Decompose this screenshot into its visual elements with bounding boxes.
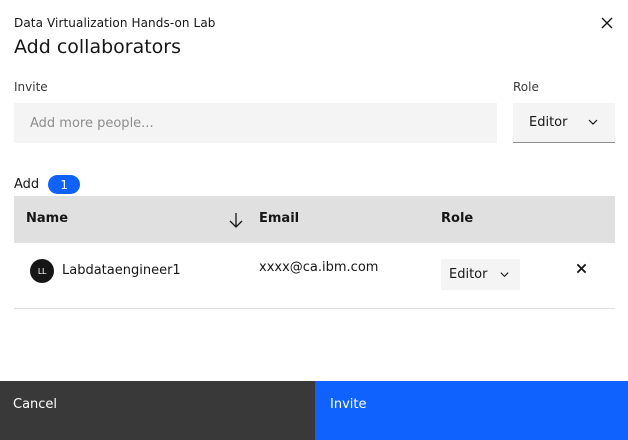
collaborators-table: Name Email Role LL Labdataengineer1 xxxx… [14, 196, 615, 309]
collaborator-name: Labdataengineer1 [62, 263, 181, 278]
role-label: Role [513, 80, 539, 94]
invite-input[interactable] [14, 103, 497, 143]
add-collaborators-modal: Data Virtualization Hands-on Lab Add col… [0, 0, 628, 440]
table-header: Name Email Role [14, 196, 615, 243]
row-role-dropdown[interactable]: Editor [441, 259, 520, 290]
invite-button[interactable]: Invite [315, 381, 628, 440]
sort-button[interactable] [226, 210, 246, 230]
count-badge: 1 [48, 175, 81, 194]
add-section: Add 1 [14, 175, 81, 194]
avatar: LL [30, 259, 54, 283]
modal-title: Add collaborators [14, 36, 182, 58]
role-dropdown[interactable]: Editor [513, 103, 615, 143]
modal-subtitle: Data Virtualization Hands-on Lab [14, 16, 216, 30]
invite-label: Invite [14, 80, 48, 94]
chevron-down-icon [500, 272, 509, 278]
row-role-value: Editor [449, 267, 488, 282]
remove-icon [576, 263, 586, 273]
modal-footer: Cancel Invite [0, 381, 628, 440]
table-row: LL Labdataengineer1 xxxx@ca.ibm.com Edit… [14, 243, 615, 309]
collaborator-email: xxxx@ca.ibm.com [259, 260, 379, 275]
close-button[interactable] [596, 12, 618, 34]
close-icon [601, 17, 613, 29]
add-label: Add [14, 177, 40, 192]
chevron-down-icon [588, 119, 598, 125]
column-header-email: Email [259, 211, 300, 226]
remove-collaborator-button[interactable] [573, 260, 589, 276]
column-header-role: Role [441, 211, 474, 226]
cancel-button[interactable]: Cancel [0, 381, 315, 440]
arrow-down-icon [229, 213, 243, 228]
role-dropdown-value: Editor [529, 115, 568, 130]
column-header-name[interactable]: Name [26, 211, 68, 226]
